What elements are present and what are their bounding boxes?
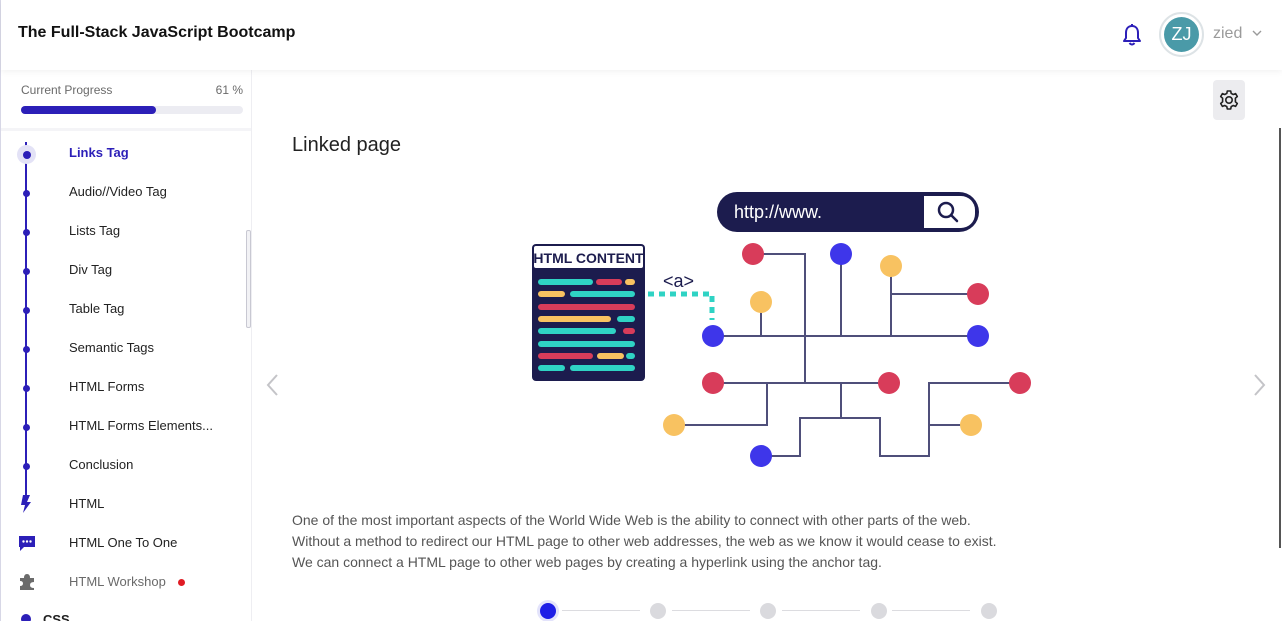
lesson-text: One of the most important aspects of the…: [292, 510, 1192, 573]
timeline-dot: [21, 614, 31, 621]
step-dot-5[interactable]: [981, 603, 997, 619]
timeline-dot: [23, 385, 30, 392]
sidebar-item-label: Table Tag: [69, 301, 125, 316]
page: The Full-Stack JavaScript Bootcamp ZJ zi…: [0, 0, 1282, 621]
notification-dot: [177, 579, 185, 587]
sidebar-item-conclusion[interactable]: Conclusion: [1, 446, 241, 485]
stepper-connector: [672, 610, 750, 611]
panel-title: HTML CONTENT: [533, 250, 644, 266]
course-title: The Full-Stack JavaScript Bootcamp: [18, 24, 296, 41]
progress-bar: [21, 106, 243, 114]
step-dot-3[interactable]: [760, 603, 776, 619]
sidebar-item-label: Audio//Video Tag: [69, 184, 167, 199]
avatar-initials: ZJ: [1164, 17, 1199, 52]
chevron-left-icon: [266, 374, 278, 396]
timeline-dot: [23, 229, 30, 236]
stepper-connector: [562, 610, 640, 611]
sidebar-item-audio-video-tag[interactable]: Audio//Video Tag: [1, 173, 241, 212]
link-connector: [648, 291, 715, 320]
sidebar-item-label: HTML One To One: [69, 535, 178, 550]
sidebar-section-html-one-to-one[interactable]: HTML One To One: [1, 524, 241, 563]
gear-icon: [1219, 90, 1239, 110]
sidebar-item-table-tag[interactable]: Table Tag: [1, 290, 241, 329]
stepper-connector: [782, 610, 860, 611]
settings-button[interactable]: [1213, 80, 1245, 120]
bell-icon[interactable]: [1121, 23, 1143, 47]
progress-bar-fill: [21, 106, 157, 114]
sidebar-item-label: CSS: [43, 612, 70, 621]
chevron-down-icon[interactable]: [1251, 26, 1263, 38]
step-dot-4[interactable]: [871, 603, 887, 619]
sidebar-item-div-tag[interactable]: Div Tag: [1, 251, 241, 290]
divider: [1, 128, 251, 131]
lesson-paragraph: One of the most important aspects of the…: [292, 512, 971, 528]
sidebar-item-links-tag[interactable]: Links Tag: [1, 134, 241, 173]
content-scroll-track: [1279, 128, 1281, 548]
sidebar-item-semantic-tags[interactable]: Semantic Tags: [1, 329, 241, 368]
anchor-tag-text: <a>: [663, 271, 694, 291]
timeline-dot: [23, 346, 30, 353]
timeline-dot: [23, 190, 30, 197]
lightning-icon: [17, 494, 37, 514]
timeline-dot: [23, 268, 30, 275]
sidebar-item-label: Div Tag: [69, 262, 113, 277]
slide-stepper: [538, 600, 1000, 621]
sidebar-scrollbar[interactable]: [246, 230, 251, 328]
sidebar-item-text: HTML Workshop: [69, 574, 166, 589]
sidebar-item-label: HTML: [69, 496, 105, 511]
stepper-connector: [892, 610, 970, 611]
sidebar-item-label: HTML Forms Elements...: [69, 418, 213, 433]
chevron-right-icon: [1254, 374, 1266, 396]
progress-label: Current Progress: [21, 83, 113, 97]
sidebar-item-lists-tag[interactable]: Lists Tag: [1, 212, 241, 251]
course-sidebar: Current Progress 61 % Links Tag Audio//V…: [1, 70, 252, 621]
sidebar-item-label: Semantic Tags: [69, 340, 155, 355]
timeline-dot: [23, 307, 30, 314]
sidebar-item-label: Lists Tag: [69, 223, 121, 238]
user-name[interactable]: zied: [1213, 25, 1242, 43]
previous-slide-button[interactable]: [264, 372, 280, 398]
current-lesson-marker: [17, 145, 36, 164]
top-header: The Full-Stack JavaScript Bootcamp ZJ zi…: [1, 0, 1282, 70]
puzzle-icon: [17, 572, 37, 592]
lesson-paragraph: We can connect a HTML page to other web …: [292, 554, 882, 570]
chat-icon: [17, 533, 37, 553]
sidebar-section-html[interactable]: HTML: [1, 485, 241, 524]
sidebar-item-html-forms[interactable]: HTML Forms: [1, 368, 241, 407]
next-slide-button[interactable]: [1252, 372, 1268, 398]
sidebar-item-label: HTML Workshop: [69, 574, 185, 589]
lesson-title: Linked page: [292, 134, 401, 156]
network-nodes: [663, 243, 1031, 467]
sidebar-section-css[interactable]: CSS: [1, 602, 241, 621]
sidebar-item-label: Conclusion: [69, 457, 134, 472]
linked-page-illustration: http://www. HTML CONTENT <a>: [532, 192, 1031, 467]
lesson-paragraph: Without a method to redirect our HTML pa…: [292, 533, 997, 549]
url-text: http://www.: [734, 202, 822, 222]
avatar[interactable]: ZJ: [1159, 12, 1204, 57]
timeline-dot: [23, 463, 30, 470]
timeline-dot: [23, 151, 31, 159]
sidebar-item-label: HTML Forms: [69, 379, 145, 394]
step-dot-1[interactable]: [540, 603, 556, 619]
timeline-dot: [23, 424, 30, 431]
progress-percent: 61 %: [215, 83, 243, 97]
sidebar-section-html-workshop[interactable]: HTML Workshop: [1, 563, 241, 602]
sidebar-item-label: Links Tag: [69, 145, 129, 160]
sidebar-item-html-forms-elements[interactable]: HTML Forms Elements...: [1, 407, 241, 446]
step-dot-2[interactable]: [650, 603, 666, 619]
